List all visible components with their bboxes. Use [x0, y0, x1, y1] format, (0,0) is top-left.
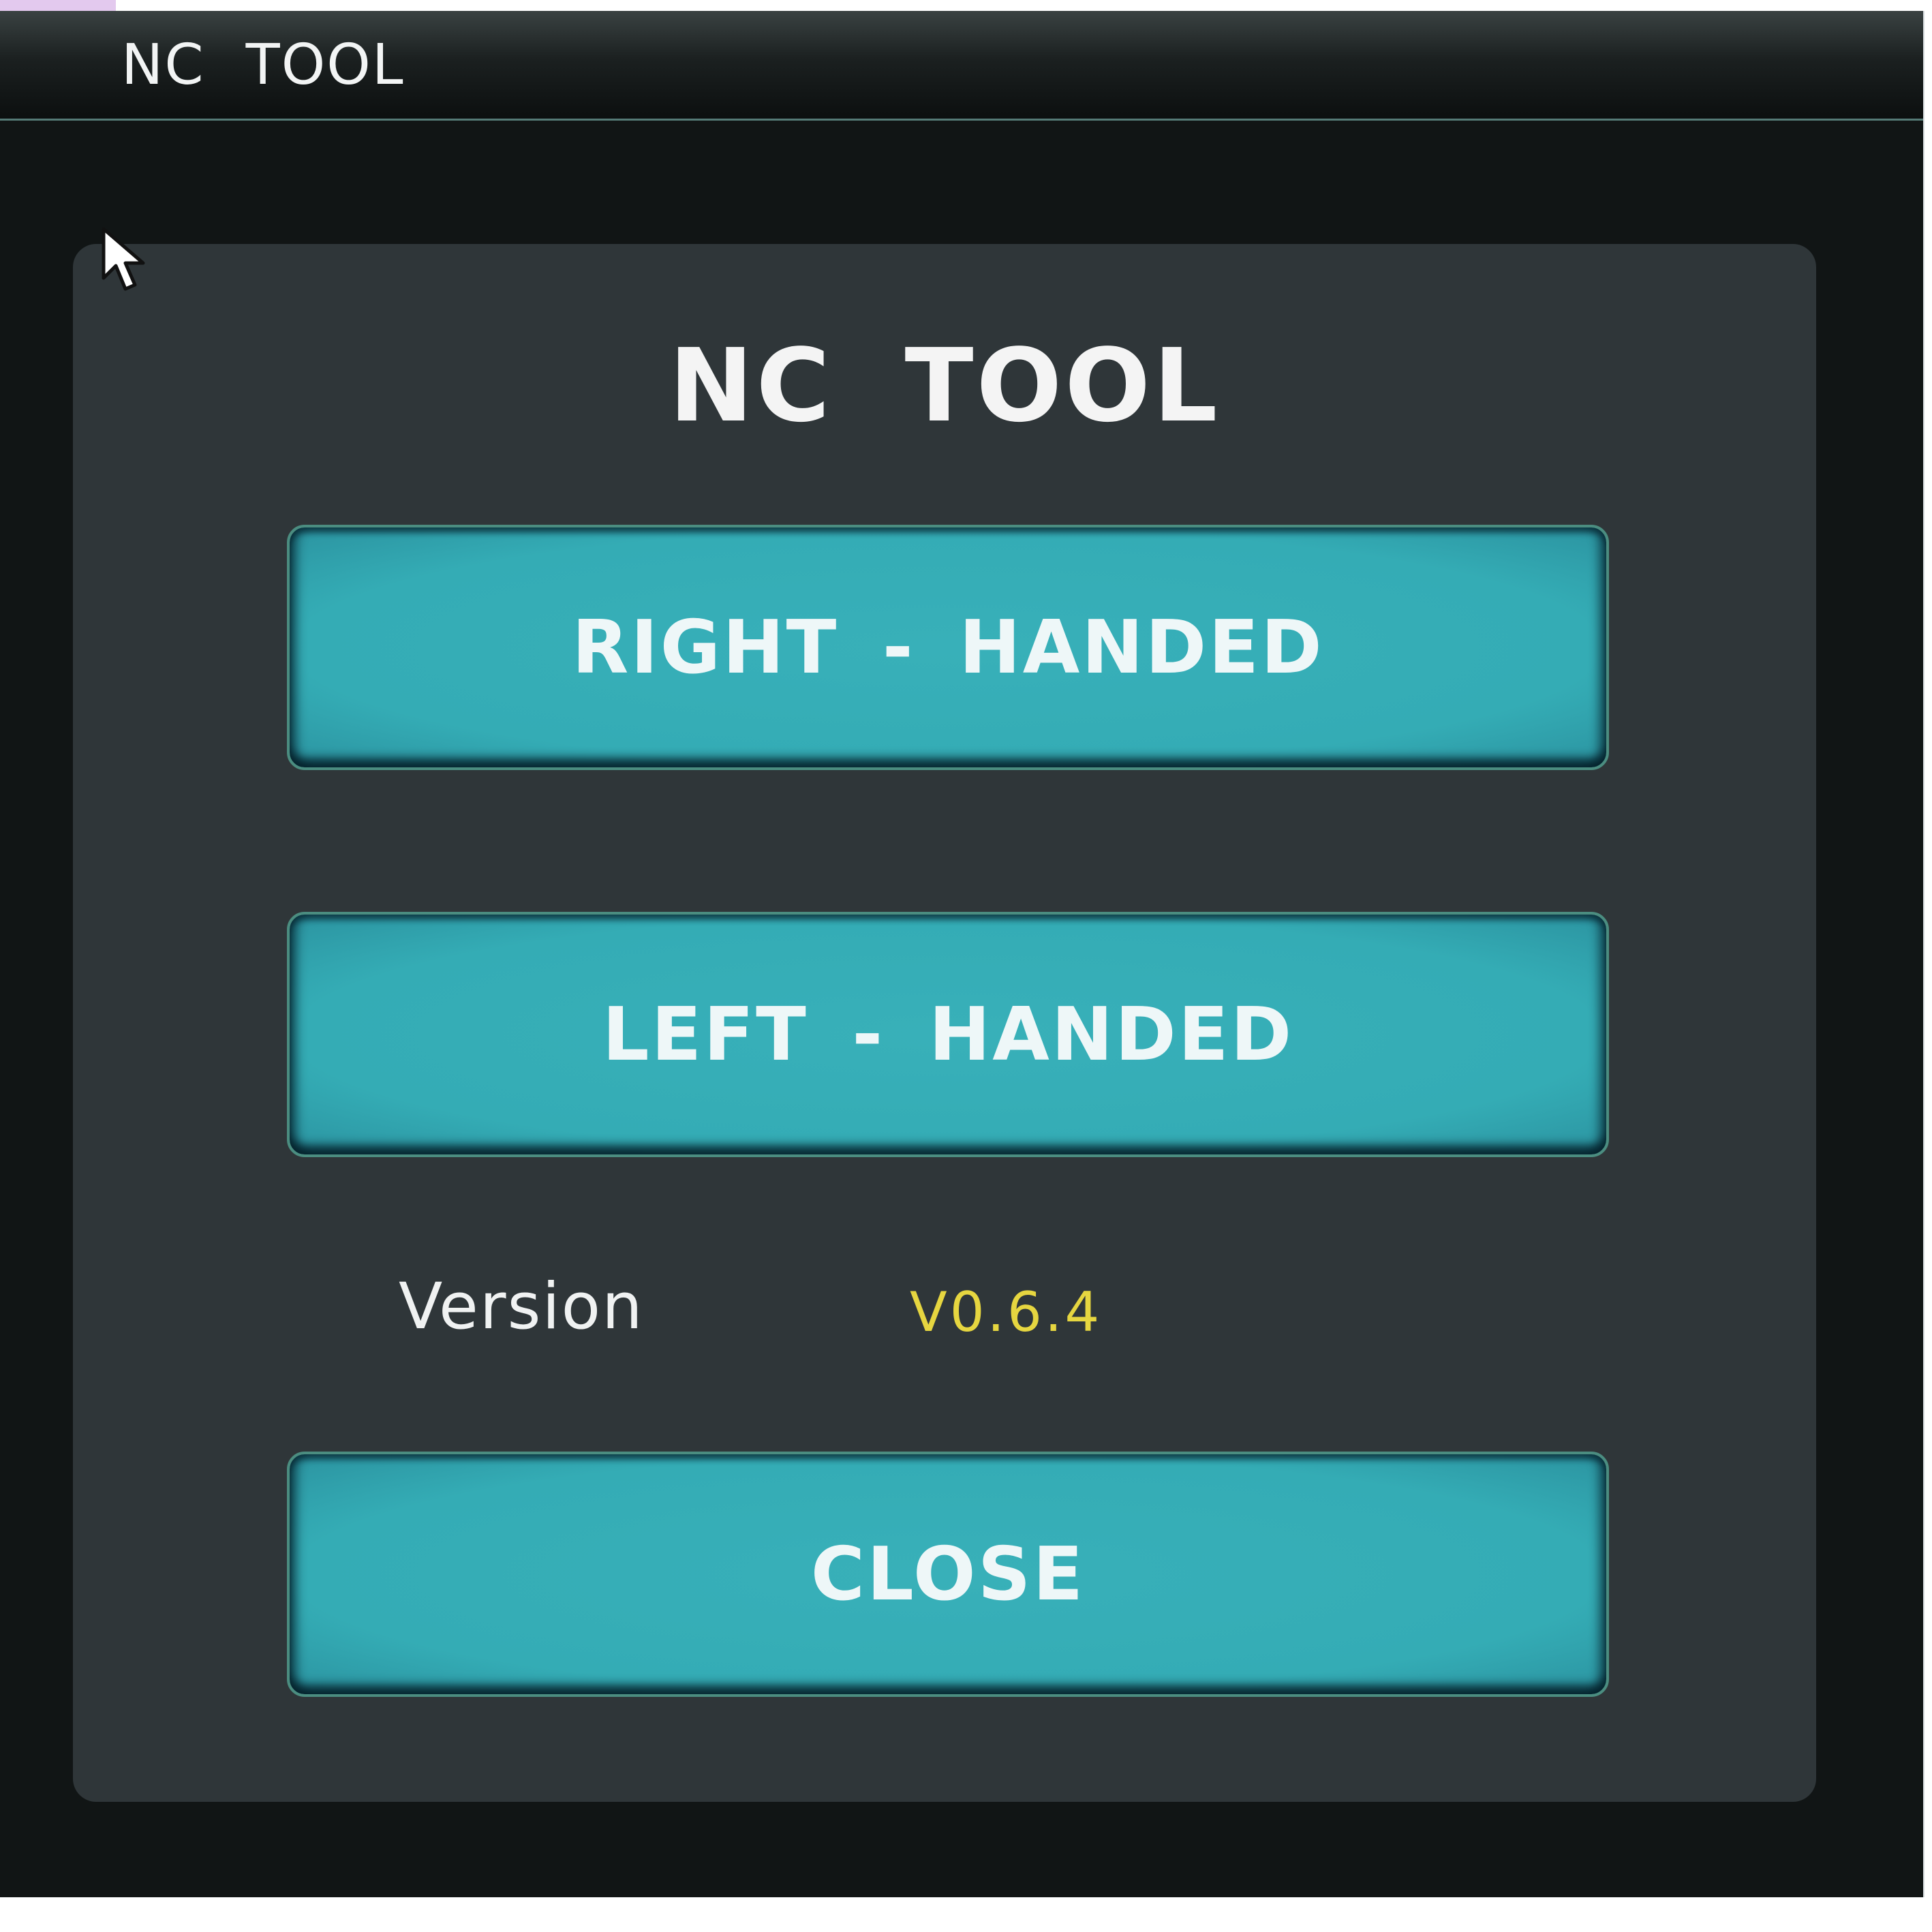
window-title: NC TOOL [121, 33, 405, 97]
background-edge [1923, 11, 1932, 1897]
dialog-panel: NC TOOL RIGHT - HANDED LEFT - HANDED Ver… [73, 244, 1816, 1802]
title-bar[interactable]: NC TOOL [0, 11, 1923, 121]
version-value: V0.6.4 [910, 1281, 1103, 1344]
screen: NC TOOL NC TOOL RIGHT - HANDED LEFT - HA… [0, 0, 1932, 1932]
close-button-label: CLOSE [810, 1531, 1086, 1617]
left-handed-button[interactable]: LEFT - HANDED [287, 912, 1609, 1157]
right-handed-button[interactable]: RIGHT - HANDED [287, 525, 1609, 770]
right-handed-button-label: RIGHT - HANDED [572, 604, 1324, 690]
app-window: NC TOOL NC TOOL RIGHT - HANDED LEFT - HA… [0, 11, 1923, 1897]
mouse-pointer-icon [102, 228, 145, 291]
left-handed-button-label: LEFT - HANDED [602, 992, 1294, 1077]
dialog-heading: NC TOOL [669, 327, 1221, 444]
version-label: Version [399, 1270, 644, 1344]
background-strip [0, 0, 116, 11]
close-button[interactable]: CLOSE [287, 1452, 1609, 1697]
